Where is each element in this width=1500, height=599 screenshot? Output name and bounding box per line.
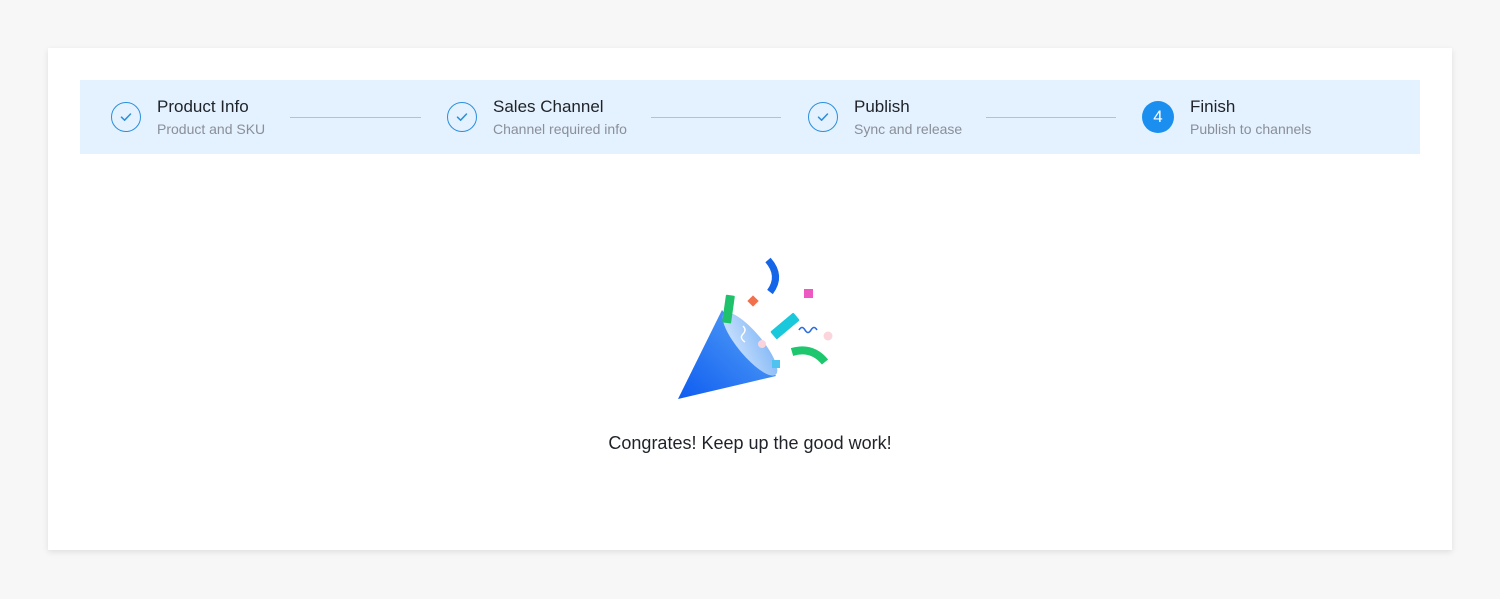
step-connector — [651, 117, 781, 118]
step-title: Publish — [854, 96, 910, 116]
check-icon — [808, 102, 838, 132]
party-popper-icon — [678, 257, 833, 399]
step-connector — [986, 117, 1116, 118]
result-card: Product Info Product and SKU Sales Chann… — [48, 48, 1452, 550]
check-icon — [447, 102, 477, 132]
step-title: Finish — [1190, 96, 1236, 116]
check-icon — [111, 102, 141, 132]
step-number-badge: 4 — [1142, 101, 1174, 133]
step-connector — [290, 117, 421, 118]
step-publish: Publish Sync and release — [808, 80, 962, 154]
success-message: Congrates! Keep up the good work! — [608, 433, 892, 453]
progress-steps: Product Info Product and SKU Sales Chann… — [80, 80, 1420, 154]
step-title: Sales Channel — [493, 96, 604, 116]
step-subtitle: Publish to channels — [1190, 120, 1312, 137]
step-subtitle: Product and SKU — [157, 120, 266, 137]
step-title: Product Info — [157, 96, 249, 116]
step-finish: 4 Finish Publish to channels — [1142, 80, 1311, 154]
step-product-info: Product Info Product and SKU — [111, 80, 265, 154]
step-subtitle: Channel required info — [493, 120, 627, 137]
step-sales-channel: Sales Channel Channel required info — [447, 80, 627, 154]
step-subtitle: Sync and release — [854, 120, 963, 137]
